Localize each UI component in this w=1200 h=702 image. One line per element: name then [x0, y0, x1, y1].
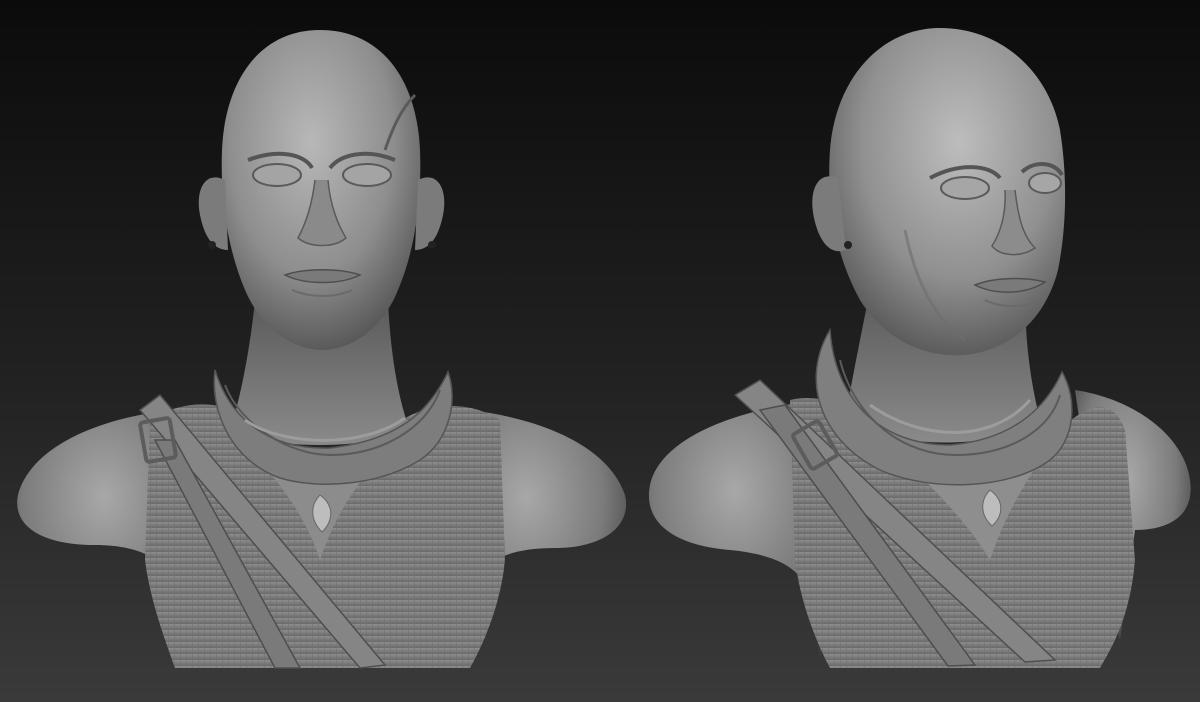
- left-eye-3q: [940, 176, 990, 200]
- earring-3q: [844, 241, 852, 249]
- sculpt-render: [0, 0, 1200, 702]
- earring-left: [208, 241, 216, 249]
- earring-right: [428, 241, 436, 249]
- right-eye-3q: [1028, 172, 1062, 194]
- right-eye: [342, 163, 392, 187]
- left-eye: [252, 163, 302, 187]
- render-viewport: [0, 0, 1200, 702]
